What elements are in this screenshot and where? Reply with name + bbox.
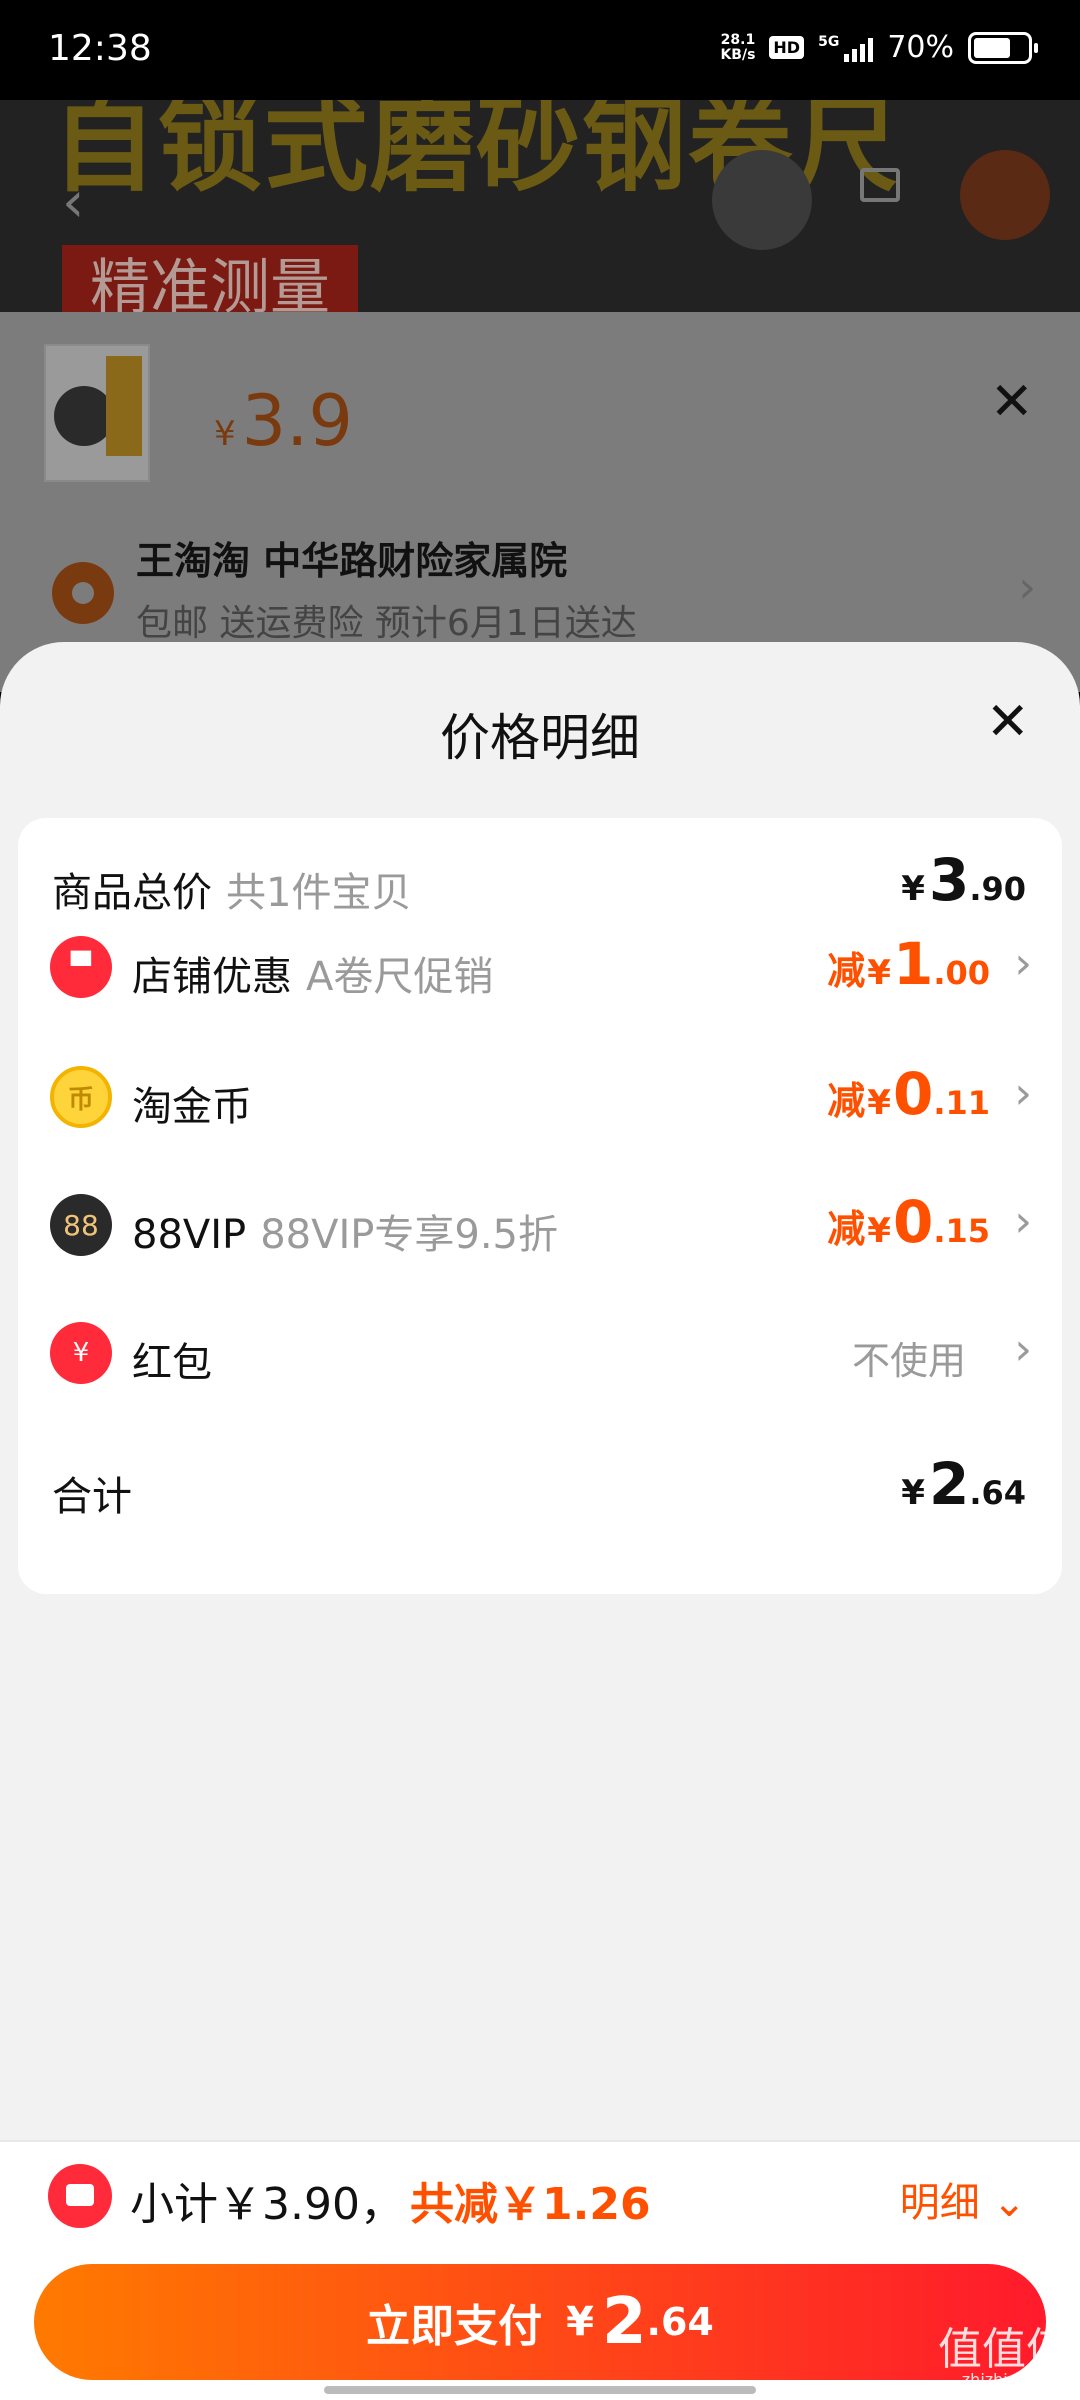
coin-discount-row[interactable]: 币 淘金币 减¥0.11 › <box>18 1046 1062 1146</box>
detail-toggle[interactable]: 明细 ⌄ <box>900 2170 1026 2228</box>
home-indicator[interactable] <box>324 2386 756 2394</box>
signal-icon: 5G <box>818 34 874 62</box>
status-time: 12:38 <box>48 28 152 69</box>
coin-icon: 币 <box>50 1066 112 1128</box>
network-speed: 28.1 KB/s <box>720 31 756 63</box>
coupon-icon <box>48 2164 112 2228</box>
subtotal-text: 小计￥3.90， <box>130 2179 404 2230</box>
price-breakdown-card: 商品总价 共1件宝贝 ¥3.90 ▀ 店铺优惠 A卷尺促销 减¥1.00 › 币 淘… <box>18 818 1062 1594</box>
hd-icon: HD <box>769 36 805 59</box>
pay-now-button[interactable]: 立即支付 ¥2.64 <box>34 2264 1046 2380</box>
discount-amount: 减¥1.00 <box>827 930 990 998</box>
row-label: 淘金币 <box>132 1084 252 1130</box>
product-info-overlay: ¥3.9 ✕ 王淘淘 中华路财险家属院 包邮 送运费险 预计6月1日送达 › <box>0 312 1080 692</box>
watermark: 值值值 zhizhizhi.com <box>938 2324 1070 2389</box>
price-detail-sheet: 价格明细 ✕ 商品总价 共1件宝贝 ¥3.90 ▀ 店铺优惠 A卷尺促销 减¥1.0… <box>0 642 1080 2140</box>
assistant-icon[interactable] <box>960 150 1050 240</box>
status-bar: 12:38 28.1 KB/s HD 5G 70% <box>0 0 1080 100</box>
checkout-bar: 小计￥3.90， 共减￥1.26 明细 ⌄ 立即支付 ¥2.64 值值值 zhizh… <box>0 2140 1080 2400</box>
red-packet-row[interactable]: ¥ 红包 不使用 › <box>18 1302 1062 1402</box>
product-price: ¥3.9 <box>214 380 353 462</box>
battery-percent: 70% <box>887 30 954 65</box>
row-desc: A卷尺促销 <box>306 954 494 1000</box>
red-packet-value: 不使用 <box>851 1339 966 1383</box>
saved-text: 共减￥1.26 <box>410 2179 651 2230</box>
sheet-title: 价格明细 <box>440 709 640 767</box>
sum-value: ¥2.64 <box>901 1450 1026 1518</box>
sum-label: 合计 <box>52 1474 132 1520</box>
shop-discount-row[interactable]: ▀ 店铺优惠 A卷尺促销 减¥1.00 › <box>18 916 1062 1016</box>
close-icon[interactable]: ✕ <box>986 692 1030 752</box>
chevron-right-icon: › <box>1014 1196 1032 1247</box>
shop-icon: ▀ <box>50 936 112 998</box>
battery-icon <box>968 31 1038 64</box>
vip-icon: 88 <box>50 1194 112 1256</box>
chevron-right-icon: › <box>1014 938 1032 989</box>
sum-row: 合计 ¥2.64 <box>18 1436 1062 1536</box>
discount-amount: 减¥0.11 <box>827 1060 990 1128</box>
address-name[interactable]: 王淘淘 中华路财险家属院 <box>136 530 567 585</box>
shipping-info: 包邮 送运费险 预计6月1日送达 <box>136 603 637 644</box>
back-icon[interactable]: ‹ <box>62 170 84 235</box>
goods-count: 共1件宝贝 <box>226 870 412 916</box>
goods-total-value: ¥3.90 <box>901 846 1026 914</box>
close-icon[interactable]: ✕ <box>990 372 1034 432</box>
row-label: 88VIP <box>132 1212 247 1258</box>
chevron-right-icon[interactable]: › <box>1018 562 1036 613</box>
chevron-down-icon: ⌄ <box>992 2180 1026 2226</box>
chevron-right-icon: › <box>1014 1068 1032 1119</box>
vip-discount-row[interactable]: 88 88VIP 88VIP专享9.5折 减¥0.15 › <box>18 1174 1062 1274</box>
row-label: 店铺优惠 <box>132 954 292 1000</box>
location-pin-icon <box>52 562 114 624</box>
row-desc: 88VIP专享9.5折 <box>260 1212 558 1258</box>
cart-icon[interactable] <box>860 168 900 202</box>
product-thumbnail <box>44 344 150 482</box>
discount-amount: 减¥0.15 <box>827 1188 990 1256</box>
brand-seal-image <box>712 150 812 250</box>
red-packet-icon: ¥ <box>50 1322 112 1384</box>
chevron-right-icon: › <box>1014 1324 1032 1375</box>
goods-total-label: 商品总价 <box>52 870 212 916</box>
row-label: 红包 <box>132 1340 212 1386</box>
banner-tag: 精准测量 <box>62 245 358 312</box>
